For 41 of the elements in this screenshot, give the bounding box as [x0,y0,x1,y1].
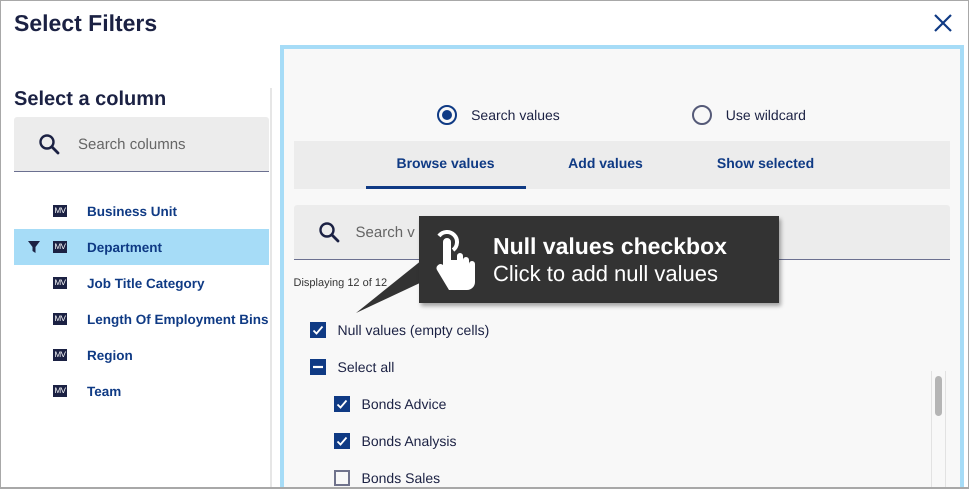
scrollbar-thumb[interactable] [934,376,942,416]
radio-option[interactable]: Search values [437,105,560,125]
type-badge: MV [53,241,67,253]
checkbox[interactable] [334,432,350,448]
search-icon [38,133,60,155]
dialog-title: Select Filters [14,10,158,36]
type-badge: MV [53,205,67,217]
option-label: Bonds Advice [362,396,446,412]
column-item[interactable]: MV Length Of Employment Bins [14,301,269,337]
radio-option[interactable]: Use wildcard [692,105,806,125]
option-label: Select all [338,358,394,374]
close-icon [934,14,952,32]
column-item[interactable]: MV Region [14,337,269,373]
check-icon [312,324,324,336]
option-label: Null values (empty cells) [338,322,490,338]
section-heading: Select a column [14,87,168,112]
tab[interactable]: Show selected [686,141,846,189]
checkbox[interactable] [334,396,350,412]
column-item[interactable]: MV Job Title Category [14,265,269,301]
column-item[interactable]: MV Department [14,229,269,265]
result-count: Displaying 12 of 12 [294,277,388,289]
type-badge: MV [53,277,67,289]
checkbox[interactable] [334,470,350,486]
search-icon [318,221,340,243]
option-label: Bonds Analysis [362,432,456,448]
type-badge: MV [53,385,67,397]
option-label: Bonds Sales [362,470,440,486]
tab[interactable]: Add values [526,141,686,189]
close-button[interactable] [932,12,954,34]
search-field[interactable]: Search v [356,224,422,240]
tab[interactable]: Browse values [366,141,526,189]
column-item[interactable]: MV Team [14,373,269,409]
check-icon [336,398,348,410]
column-item[interactable]: MV Business Unit [14,193,269,229]
type-badge: MV [53,313,67,325]
type-badge: MV [53,349,67,361]
checkbox[interactable] [310,358,326,374]
tooltip-text: Click to add null values [493,260,720,286]
check-icon [336,434,348,446]
tooltip-title: Null values checkbox [493,232,727,260]
checkbox[interactable] [310,322,326,338]
